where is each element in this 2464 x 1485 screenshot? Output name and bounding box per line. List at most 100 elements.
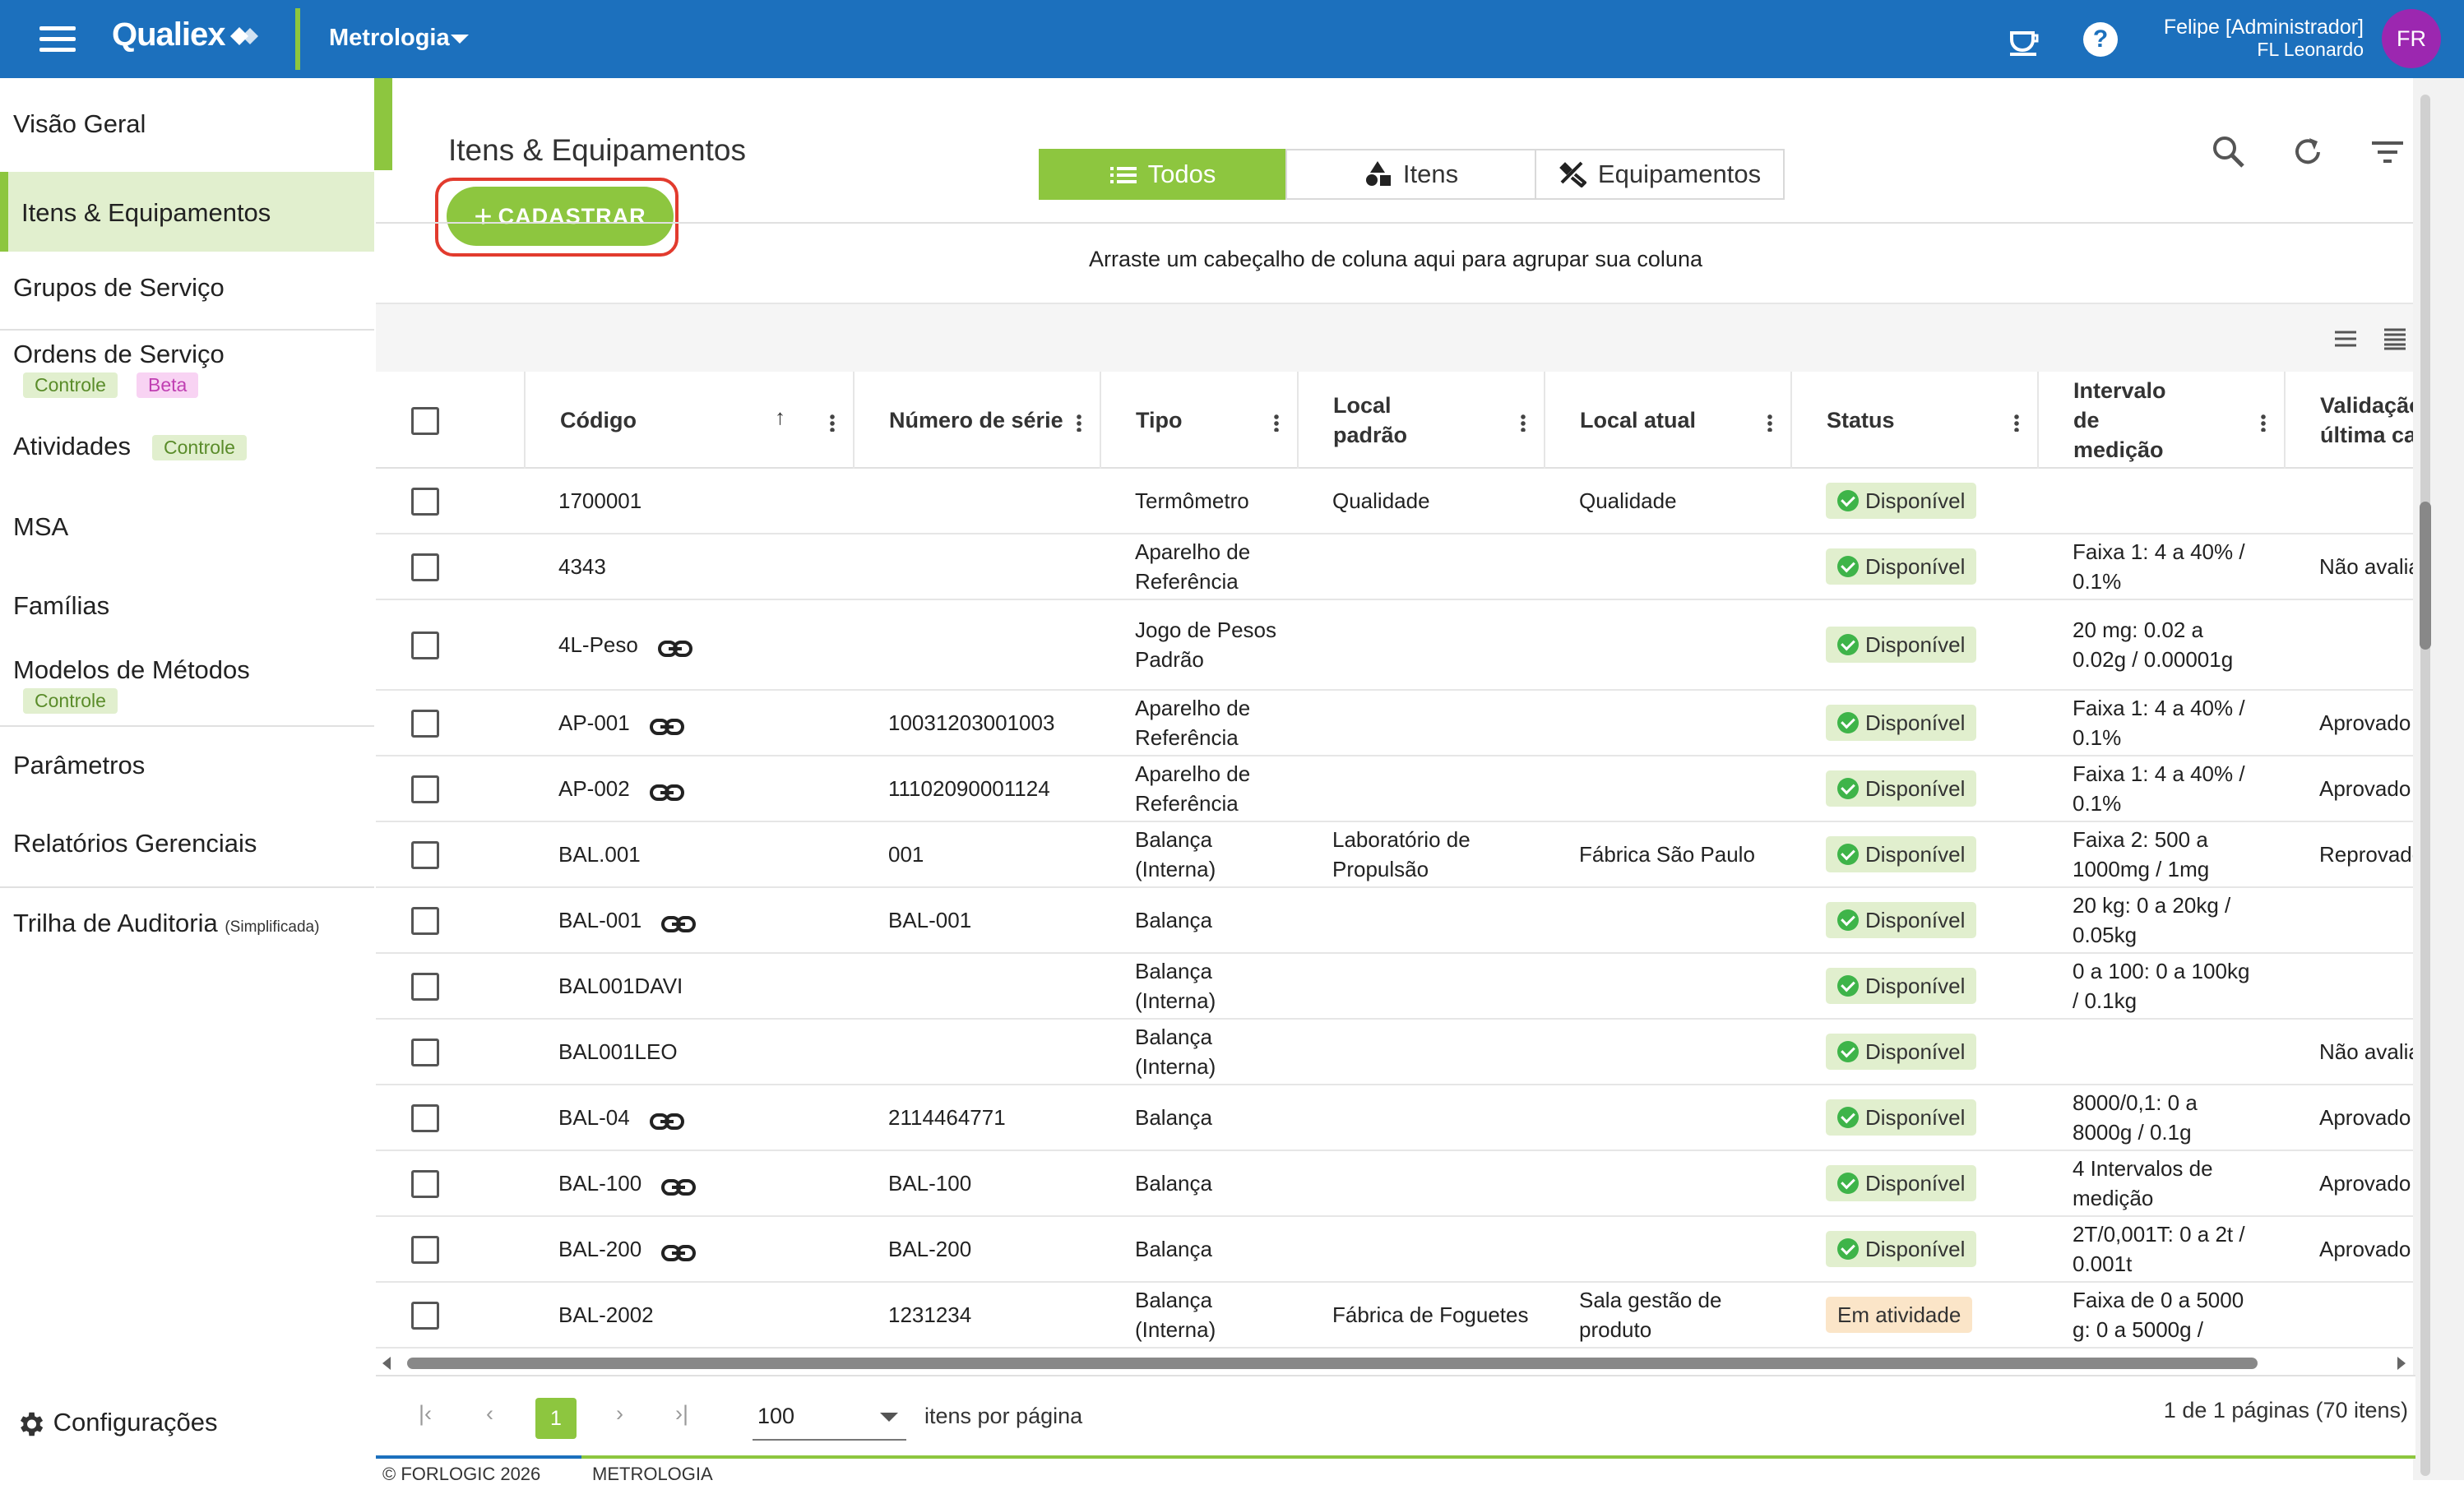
cell-type: Balança (Interna) bbox=[1135, 1025, 1216, 1079]
refresh-icon[interactable] bbox=[2287, 132, 2328, 173]
column-header-local-padrao[interactable]: Local padrão bbox=[1297, 372, 1544, 469]
column-header-status[interactable]: Status bbox=[1790, 372, 2037, 469]
sidebar-item-label: Grupos de Serviço bbox=[13, 273, 225, 302]
tab-itens[interactable]: Itens bbox=[1285, 149, 1536, 200]
sidebar-item-ordens-servico[interactable]: Ordens de Serviço Controle Beta bbox=[0, 340, 374, 405]
page-number-current[interactable]: 1 bbox=[535, 1398, 577, 1439]
cell-type: Aparelho de Referência bbox=[1135, 539, 1251, 594]
grid-vertical-scrollbar[interactable] bbox=[2413, 477, 2438, 1349]
select-all-checkbox[interactable] bbox=[411, 407, 439, 435]
sidebar-item-trilha-auditoria[interactable]: Trilha de Auditoria (Simplificada) bbox=[0, 909, 374, 950]
link-icon[interactable] bbox=[661, 1174, 697, 1196]
row-checkbox[interactable] bbox=[411, 1039, 439, 1066]
table-row[interactable]: AP-002 11102090001124 Aparelho de Referênc… bbox=[376, 756, 2415, 822]
horizontal-scrollbar[interactable] bbox=[382, 1355, 2406, 1372]
row-checkbox[interactable] bbox=[411, 553, 439, 581]
settings-button[interactable]: Configurações bbox=[15, 1408, 218, 1440]
link-icon[interactable] bbox=[649, 714, 684, 735]
row-checkbox[interactable] bbox=[411, 1104, 439, 1132]
table-row[interactable]: 4343 Aparelho de Referência Disponível Faix… bbox=[376, 534, 2415, 600]
last-page-icon[interactable]: ›| bbox=[675, 1401, 688, 1427]
filter-icon[interactable] bbox=[2367, 132, 2408, 173]
table-row[interactable]: 1700001 Termômetro Qualidade Qualidade Dispo… bbox=[376, 469, 2415, 534]
row-checkbox[interactable] bbox=[411, 1302, 439, 1330]
table-row[interactable]: BAL-100 BAL-100 Balança Disponível 4 Interva… bbox=[376, 1151, 2415, 1217]
scrollbar-thumb[interactable] bbox=[407, 1358, 2258, 1369]
sidebar-item-familias[interactable]: Famílias bbox=[0, 591, 374, 632]
row-checkbox[interactable] bbox=[411, 1170, 439, 1198]
sidebar-item-msa[interactable]: MSA bbox=[0, 512, 374, 553]
avatar[interactable]: FR bbox=[2382, 9, 2441, 68]
coffee-cup-icon[interactable] bbox=[2007, 23, 2041, 58]
cell-local: Fábrica de Foguetes bbox=[1332, 1302, 1529, 1327]
previous-page-icon[interactable]: ‹ bbox=[486, 1401, 493, 1427]
sidebar-item-grupos-servico[interactable]: Grupos de Serviço bbox=[0, 273, 374, 314]
table-row[interactable]: 4L-Peso Jogo de Pesos Padrão Disponível 20 … bbox=[376, 600, 2415, 691]
sidebar-item-visao-geral[interactable]: Visão Geral bbox=[0, 109, 374, 150]
dense-view-icon[interactable] bbox=[2383, 327, 2407, 350]
column-menu-icon[interactable] bbox=[830, 414, 835, 432]
page-size-select[interactable]: 100 bbox=[753, 1391, 906, 1441]
row-checkbox[interactable] bbox=[411, 775, 439, 803]
row-checkbox[interactable] bbox=[411, 973, 439, 1001]
first-page-icon[interactable]: |‹ bbox=[419, 1401, 432, 1427]
link-icon[interactable] bbox=[649, 1108, 684, 1130]
sidebar-item-relatorios[interactable]: Relatórios Gerenciais bbox=[0, 829, 374, 870]
cell-current bbox=[1579, 954, 1785, 1018]
sidebar-item-modelos-metodos[interactable]: Modelos de Métodos Controle bbox=[0, 655, 374, 721]
row-checkbox[interactable] bbox=[411, 488, 439, 516]
sidebar-item-parametros[interactable]: Parâmetros bbox=[0, 751, 374, 792]
table-row[interactable]: BAL.001 001 Balança (Interna) Laboratório d… bbox=[376, 822, 2415, 888]
hamburger-menu-icon[interactable] bbox=[39, 26, 76, 53]
cell-current bbox=[1579, 691, 1785, 755]
scroll-left-arrow-icon[interactable] bbox=[382, 1357, 391, 1370]
brand-logo[interactable]: Qualiex bbox=[112, 16, 260, 53]
scroll-right-arrow-icon[interactable] bbox=[2397, 1357, 2406, 1370]
search-icon[interactable] bbox=[2208, 132, 2249, 173]
tab-todos[interactable]: Todos bbox=[1039, 149, 1287, 200]
table-row[interactable]: BAL-001 BAL-001 Balança Disponível 20 kg: 0 … bbox=[376, 888, 2415, 954]
column-header-intervalo-medicao[interactable]: Intervalo de medição bbox=[2037, 372, 2284, 469]
row-checkbox[interactable] bbox=[411, 631, 439, 659]
user-info[interactable]: Felipe [Administrador] FL Leonardo bbox=[2164, 16, 2364, 61]
cell-range: 0 a 100: 0 a 100kg / 0.1kg bbox=[2073, 959, 2250, 1013]
cell-code: BAL.001 bbox=[558, 822, 838, 886]
column-menu-icon[interactable] bbox=[1077, 414, 1081, 432]
column-menu-icon[interactable] bbox=[2261, 414, 2266, 432]
column-header-tipo[interactable]: Tipo bbox=[1100, 372, 1297, 469]
column-menu-icon[interactable] bbox=[1274, 414, 1279, 432]
table-row[interactable]: BAL001DAVI Balança (Interna) Disponível 0 a… bbox=[376, 954, 2415, 1020]
sidebar-item-itens-equipamentos[interactable]: Itens & Equipamentos bbox=[0, 172, 374, 252]
table-row[interactable]: BAL-04 2114464771 Balança Disponível 8000/0,… bbox=[376, 1085, 2415, 1151]
link-icon[interactable] bbox=[657, 636, 692, 657]
module-caret-icon[interactable] bbox=[451, 35, 469, 44]
table-row[interactable]: AP-001 10031203001003 Aparelho de Referênc… bbox=[376, 691, 2415, 756]
link-icon[interactable] bbox=[649, 780, 684, 801]
column-header-numero-serie[interactable]: Número de série bbox=[853, 372, 1100, 469]
link-icon[interactable] bbox=[661, 1240, 697, 1261]
row-checkbox[interactable] bbox=[411, 841, 439, 869]
module-selector[interactable]: Metrologia bbox=[329, 25, 450, 52]
table-row[interactable]: BAL-200 BAL-200 Balança Disponível 2T/0,001T… bbox=[376, 1217, 2415, 1283]
compact-view-icon[interactable] bbox=[2333, 329, 2358, 349]
row-checkbox[interactable] bbox=[411, 907, 439, 935]
next-page-icon[interactable]: › bbox=[616, 1401, 623, 1427]
column-header-local-atual[interactable]: Local atual bbox=[1544, 372, 1790, 469]
column-menu-icon[interactable] bbox=[2014, 414, 2019, 432]
column-header-codigo[interactable]: Código ↑ bbox=[524, 372, 853, 469]
column-header-validacao[interactable]: Validação última ca bbox=[2284, 372, 2432, 469]
column-menu-icon[interactable] bbox=[1767, 414, 1772, 432]
status-badge: Disponível bbox=[1826, 627, 1977, 663]
row-checkbox[interactable] bbox=[411, 1236, 439, 1264]
tab-equipamentos[interactable]: Equipamentos bbox=[1535, 149, 1785, 200]
sort-ascending-icon[interactable]: ↑ bbox=[775, 405, 785, 430]
scrollbar-thumb[interactable] bbox=[2420, 502, 2431, 650]
table-header: Código ↑ Número de série Tipo Local padrã… bbox=[376, 372, 2423, 469]
help-icon[interactable]: ? bbox=[2083, 22, 2118, 57]
row-checkbox[interactable] bbox=[411, 710, 439, 738]
column-menu-icon[interactable] bbox=[1521, 414, 1526, 432]
table-row[interactable]: BAL001LEO Balança (Interna) Disponível Não … bbox=[376, 1020, 2415, 1085]
table-row[interactable]: BAL-2002 1231234 Balança (Interna) Fábrica … bbox=[376, 1283, 2415, 1349]
link-icon[interactable] bbox=[661, 911, 697, 932]
sidebar-item-atividades[interactable]: Atividades Controle bbox=[0, 432, 374, 473]
